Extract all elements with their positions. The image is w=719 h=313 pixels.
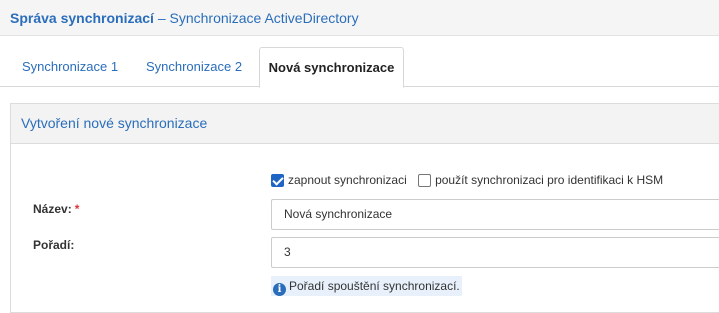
panel-title: Vytvoření nové synchronizace [21,115,208,131]
tab-bar: Synchronizace 1 Synchronizace 2 Nová syn… [0,47,719,88]
enable-sync-checkbox[interactable] [271,174,284,187]
use-for-hsm-checkbox[interactable] [418,174,432,187]
order-label: Pořadí: [33,238,75,252]
page-title: Správa synchronizací – Synchronizace Act… [10,10,359,26]
page-header: Správa synchronizací – Synchronizace Act… [0,0,719,36]
name-label-text: Název: [33,202,72,216]
checkbox-row: zapnout synchronizaci použít synchroniza… [271,173,671,189]
order-hint: i Pořadí spouštění synchronizací. [271,276,462,296]
tab-synchronizace-2[interactable]: Synchronizace 2 [132,47,256,87]
tab-synchronizace-1[interactable]: Synchronizace 1 [10,47,130,87]
required-marker: * [74,202,80,216]
page-title-subsection: – Synchronizace ActiveDirectory [153,10,359,26]
info-icon: i [273,283,286,296]
name-label: Název: * [33,202,79,216]
name-input[interactable]: Nová synchronizace [271,199,719,230]
page-title-section: Správa synchronizací [10,10,154,26]
enable-sync-label[interactable]: zapnout synchronizaci [288,173,407,187]
order-hint-text: Pořadí spouštění synchronizací. [289,279,460,293]
order-input[interactable]: 3 [271,237,719,268]
use-for-hsm-label[interactable]: použít synchronizaci pro identifikaci k … [435,173,663,187]
tab-nova-synchronizace[interactable]: Nová synchronizace [259,47,404,88]
